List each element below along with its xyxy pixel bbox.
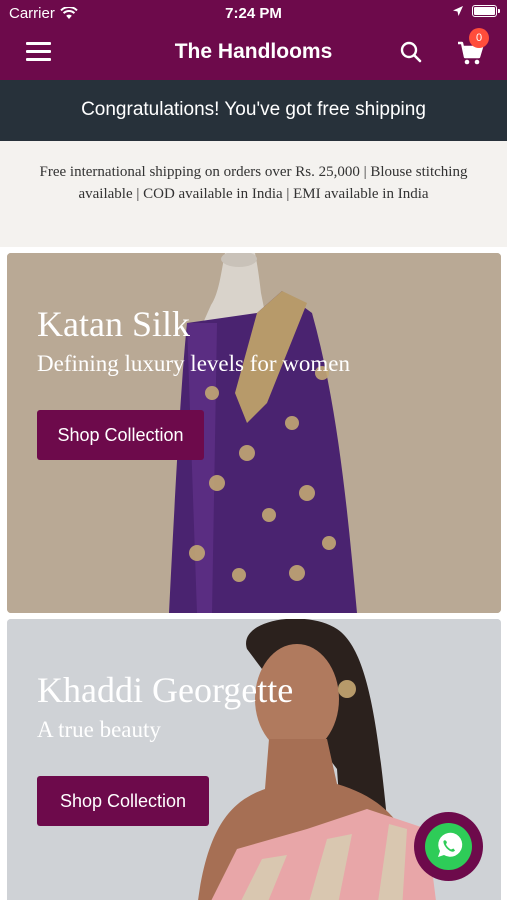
collection-title: Khaddi Georgette — [37, 670, 294, 710]
collection-subtitle: Defining luxury levels for women — [37, 351, 350, 376]
whatsapp-icon — [438, 832, 463, 857]
whatsapp-button[interactable] — [414, 812, 483, 881]
status-time: 7:24 PM — [225, 5, 282, 22]
free-shipping-banner: Congratulations! You've got free shippin… — [0, 80, 507, 141]
app-header: Carrier 7:24 PM The Handlooms 0 — [0, 0, 507, 80]
status-bar: Carrier 7:24 PM — [0, 0, 507, 26]
shop-collection-button[interactable]: Shop Collection — [37, 776, 209, 826]
collection-card-katan-silk[interactable]: Katan Silk Defining luxury levels for wo… — [7, 253, 501, 613]
search-icon[interactable] — [398, 39, 424, 65]
collection-subtitle: A true beauty — [37, 717, 161, 742]
nav-bar: The Handlooms — [0, 26, 507, 80]
battery-icon — [472, 5, 500, 17]
status-right — [452, 5, 500, 17]
menu-icon[interactable] — [26, 42, 51, 62]
whatsapp-circle — [425, 823, 472, 870]
location-arrow-icon — [453, 6, 463, 16]
collection-title: Katan Silk — [37, 304, 190, 344]
cart-count-badge: 0 — [469, 28, 489, 48]
announcement-text: Free international shipping on orders ov… — [0, 141, 507, 247]
shop-collection-button[interactable]: Shop Collection — [37, 410, 204, 460]
app-title: The Handlooms — [174, 40, 333, 63]
